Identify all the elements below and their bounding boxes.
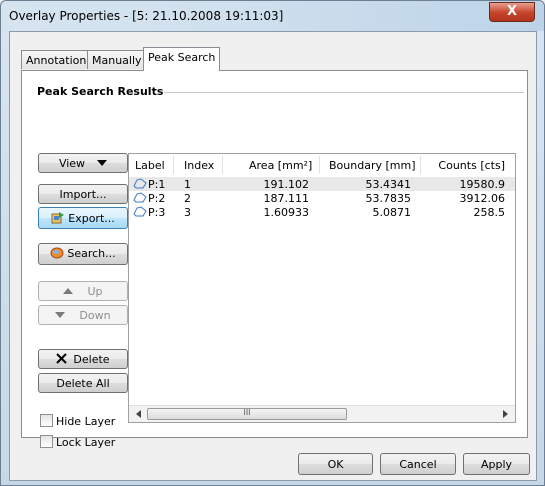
tab-annotation[interactable]: Annotation bbox=[21, 50, 92, 69]
close-icon: X bbox=[506, 4, 518, 19]
column-header-index[interactable]: Index bbox=[184, 159, 214, 172]
column-header-counts[interactable]: Counts [cts] bbox=[431, 159, 505, 172]
export-icon bbox=[51, 212, 65, 224]
apply-button[interactable]: Apply bbox=[463, 453, 530, 475]
scroll-grip: III bbox=[243, 408, 251, 417]
export-button-label: Export... bbox=[68, 212, 115, 225]
tab-annotation-label: Annotation bbox=[26, 54, 87, 67]
export-button[interactable]: Export... bbox=[38, 207, 128, 229]
cell-boundary: 5.0871 bbox=[372, 206, 412, 219]
cell-index: 2 bbox=[184, 192, 191, 205]
delete-all-button-label: Delete All bbox=[56, 377, 110, 390]
peak-search-panel: Peak Search Results View Import... Expor… bbox=[21, 70, 528, 449]
cell-boundary: 53.7835 bbox=[365, 192, 412, 205]
column-header-area[interactable]: Area [mm²] bbox=[249, 159, 312, 172]
tab-manually-label: Manually bbox=[92, 54, 142, 67]
column-separator[interactable] bbox=[319, 156, 320, 174]
column-separator[interactable] bbox=[222, 156, 223, 174]
ok-button[interactable]: OK bbox=[298, 453, 373, 475]
cell-index: 3 bbox=[184, 206, 191, 219]
search-peak-icon bbox=[50, 247, 64, 259]
table-row[interactable]: P:1 1 191.102 53.4341 19580.9 bbox=[129, 177, 515, 191]
chevron-down-icon bbox=[97, 160, 108, 166]
cell-counts: 19580.9 bbox=[459, 178, 506, 191]
list-header: Label Index Area [mm²] Boundary [mm] Cou… bbox=[129, 154, 515, 176]
down-button[interactable]: Down bbox=[38, 305, 128, 325]
apply-button-label: Apply bbox=[480, 458, 513, 471]
cell-label: P:2 bbox=[148, 192, 166, 205]
up-button[interactable]: Up bbox=[38, 281, 128, 301]
scroll-right-arrow-icon[interactable] bbox=[500, 409, 510, 419]
up-arrow-icon bbox=[63, 288, 74, 294]
title-bar[interactable]: Overlay Properties - [5: 21.10.2008 19:1… bbox=[1, 1, 544, 31]
up-button-label: Up bbox=[87, 285, 103, 298]
group-title: Peak Search Results bbox=[37, 85, 164, 98]
scrollbar-thumb[interactable]: III bbox=[147, 408, 347, 420]
cell-area: 187.111 bbox=[263, 192, 310, 205]
lock-layer-label: Lock Layer bbox=[56, 436, 116, 449]
column-header-boundary[interactable]: Boundary [mm] bbox=[329, 159, 416, 172]
column-header-label[interactable]: Label bbox=[135, 159, 165, 172]
cell-index: 1 bbox=[184, 178, 191, 191]
delete-all-button[interactable]: Delete All bbox=[38, 373, 128, 393]
cancel-button-label: Cancel bbox=[399, 458, 437, 471]
cell-area: 191.102 bbox=[263, 178, 310, 191]
cell-counts: 258.5 bbox=[473, 206, 506, 219]
peak-results-list[interactable]: Label Index Area [mm²] Boundary [mm] Cou… bbox=[128, 153, 516, 423]
delete-button[interactable]: Delete bbox=[38, 349, 128, 369]
down-arrow-icon bbox=[55, 312, 66, 318]
dialog-client-area: Annotation Manually Peak Search Peak Sea… bbox=[9, 31, 537, 481]
ok-button-label: OK bbox=[327, 458, 344, 471]
cancel-button[interactable]: Cancel bbox=[380, 453, 456, 475]
tab-manually[interactable]: Manually bbox=[87, 50, 147, 69]
close-button[interactable]: X bbox=[489, 2, 535, 22]
view-button-label: View bbox=[58, 157, 86, 170]
import-button-label: Import... bbox=[59, 188, 107, 201]
group-divider bbox=[164, 92, 524, 93]
cell-counts: 3912.06 bbox=[459, 192, 506, 205]
delete-x-icon bbox=[56, 353, 68, 364]
search-button[interactable]: Search... bbox=[38, 243, 128, 265]
cell-label: P:3 bbox=[148, 206, 166, 219]
cell-label: P:1 bbox=[148, 178, 166, 191]
search-button-label: Search... bbox=[67, 247, 116, 260]
table-row[interactable]: P:2 2 187.111 53.7835 3912.06 bbox=[129, 191, 515, 205]
table-row[interactable]: P:3 3 1.60933 5.0871 258.5 bbox=[129, 205, 515, 219]
delete-button-label: Delete bbox=[73, 353, 110, 366]
column-separator[interactable] bbox=[420, 156, 421, 174]
column-separator[interactable] bbox=[173, 156, 174, 174]
scroll-left-arrow-icon[interactable] bbox=[134, 409, 144, 419]
cell-area: 1.60933 bbox=[263, 206, 310, 219]
overlay-properties-window: Overlay Properties - [5: 21.10.2008 19:1… bbox=[0, 0, 545, 486]
view-dropdown-button[interactable]: View bbox=[38, 153, 128, 173]
window-title: Overlay Properties - [5: 21.10.2008 19:1… bbox=[9, 9, 284, 23]
peak-outline-icon bbox=[133, 178, 147, 189]
peak-outline-icon bbox=[133, 192, 147, 203]
down-button-label: Down bbox=[79, 309, 111, 322]
hide-layer-checkbox[interactable] bbox=[40, 414, 53, 427]
horizontal-scrollbar[interactable]: III bbox=[129, 405, 515, 422]
import-button[interactable]: Import... bbox=[38, 184, 128, 204]
tab-peak-search[interactable]: Peak Search bbox=[143, 47, 221, 71]
peak-outline-icon bbox=[133, 206, 147, 217]
hide-layer-label: Hide Layer bbox=[56, 415, 116, 428]
cell-boundary: 53.4341 bbox=[365, 178, 412, 191]
lock-layer-checkbox[interactable] bbox=[40, 435, 53, 448]
tab-peak-search-label: Peak Search bbox=[148, 51, 216, 64]
